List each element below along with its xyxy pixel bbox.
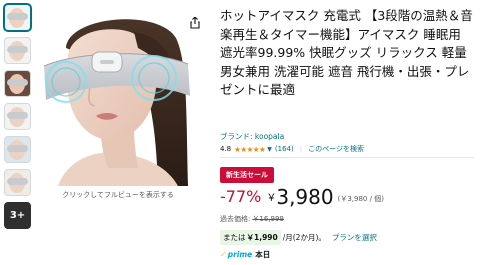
check-icon: ✓ <box>220 250 227 259</box>
review-count-link[interactable]: (164) <box>275 145 294 153</box>
thumbnail-6[interactable] <box>4 169 31 196</box>
more-images-button[interactable]: 3+ <box>4 202 31 229</box>
thumbnail-3[interactable] <box>4 70 31 97</box>
deal-badge: 新生活セール <box>220 167 274 183</box>
currency-symbol: ￥ <box>266 193 277 204</box>
search-page-link[interactable]: このページを検索 <box>308 144 364 154</box>
thumbnail-strip: 3+ <box>4 4 31 235</box>
thumbnail-mask <box>7 79 28 86</box>
prime-logo: ✓ prime <box>220 250 252 259</box>
thumbnail-mask <box>7 145 28 152</box>
list-price-row: 過去価格: ￥16,999 <box>220 214 284 224</box>
product-photo <box>38 8 194 186</box>
product-title: ホットアイマスク 充電式 【3段階の温熱＆音楽再生＆タイマー機能】アイマスク 睡… <box>220 8 473 97</box>
list-price: ￥16,999 <box>252 215 284 223</box>
thumbnail-mask <box>7 178 28 185</box>
separator: | <box>299 145 303 153</box>
thumbnail-1[interactable] <box>4 4 31 31</box>
main-product-image[interactable] <box>38 8 194 186</box>
rating-value: 4.8 <box>220 145 232 153</box>
rating-row: 4.8 ★★★★★ ▼ (164) | このページを検索 <box>220 144 364 154</box>
prime-row: ✓ prime 本日 <box>220 249 270 260</box>
thumbnail-5[interactable] <box>4 136 31 163</box>
share-icon[interactable] <box>190 14 200 29</box>
unit-price: (￥3,980 / 個) <box>337 195 384 203</box>
discount-percent: -77% <box>220 187 262 206</box>
list-price-label: 過去価格: <box>220 215 251 223</box>
installment-amount: ￥1,990 <box>246 233 278 242</box>
thumbnail-mask <box>7 13 28 20</box>
installment-suffix: /月(2か月)。 <box>282 233 326 242</box>
thumbnail-mask <box>7 112 28 119</box>
delivery-day: 本日 <box>255 250 271 259</box>
price-amount: 3,980 <box>276 185 334 209</box>
installment-box: または￥1,990 <box>220 230 281 245</box>
fullview-caption[interactable]: クリックしてフルビューを表示する <box>38 190 198 200</box>
prime-logo-text: prime <box>227 250 253 259</box>
thumbnail-4[interactable] <box>4 103 31 130</box>
thumbnail-mask <box>7 46 28 53</box>
thumbnail-2[interactable] <box>4 37 31 64</box>
divider <box>220 157 474 158</box>
price-row: -77% ￥ 3,980 (￥3,980 / 個) <box>220 186 384 208</box>
brand-link[interactable]: ブランド: koopala <box>220 131 284 142</box>
star-rating-icon[interactable]: ★★★★★ <box>234 145 266 154</box>
chevron-down-icon[interactable]: ▼ <box>267 146 272 153</box>
choose-plan-link[interactable]: プランを選択 <box>332 232 377 243</box>
installment-prefix: または <box>223 233 246 242</box>
installment-row: または￥1,990 /月(2か月)。 プランを選択 <box>220 230 377 245</box>
